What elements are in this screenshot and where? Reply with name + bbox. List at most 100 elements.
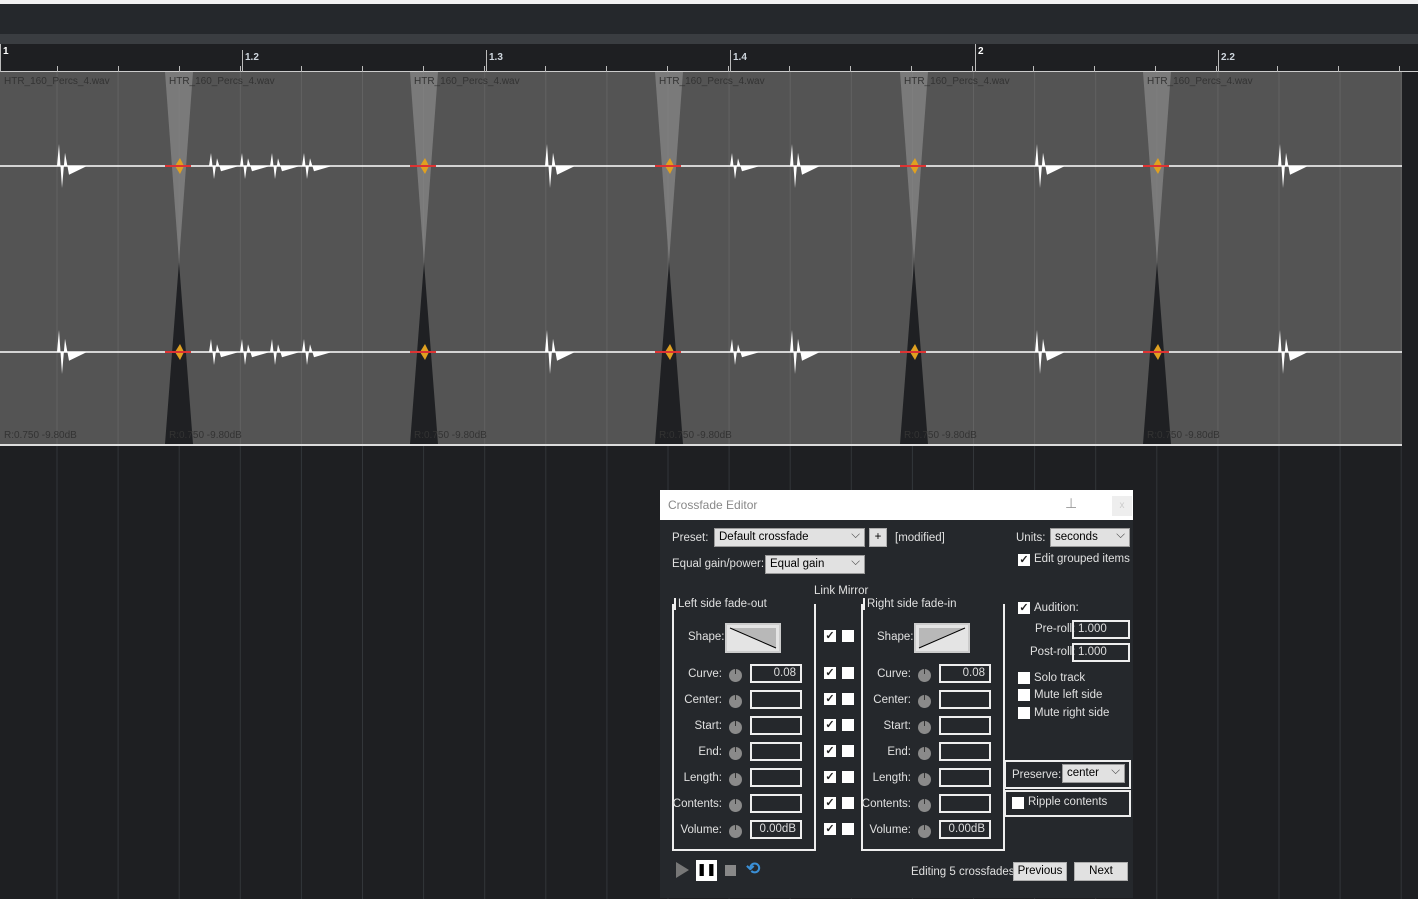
right-center-label: Center:	[873, 694, 911, 706]
play-icon[interactable]	[676, 862, 689, 878]
left-center-input[interactable]	[750, 690, 802, 709]
preset-select[interactable]: Default crossfade	[714, 528, 865, 547]
left-start-input[interactable]	[750, 716, 802, 735]
right-fade-title: Right side fade-in	[863, 598, 959, 610]
right-center-input[interactable]	[939, 690, 991, 709]
loop-icon[interactable]: ⟲	[746, 859, 760, 879]
stop-icon[interactable]	[725, 865, 736, 876]
mirror-length-checkbox[interactable]	[842, 771, 854, 783]
ruler-label: 1	[3, 46, 9, 57]
postroll-input[interactable]: 1.000	[1072, 643, 1130, 662]
right-curve-input[interactable]: 0.08	[939, 664, 991, 683]
preserve-label: Preserve:	[1012, 769, 1062, 781]
mirror-center-checkbox[interactable]	[842, 693, 854, 705]
edit-grouped-checkbox[interactable]: ✓	[1018, 554, 1030, 566]
right-contents-knob[interactable]	[918, 799, 931, 812]
right-contents-label: Contents:	[861, 798, 911, 810]
close-button[interactable]: x	[1112, 496, 1132, 516]
left-curve-label: Curve:	[688, 668, 722, 680]
right-length-knob[interactable]	[918, 773, 931, 786]
media-item[interactable]: HTR_160_Percs_4.wav R:0.750 -9.80dB	[165, 72, 437, 446]
right-volume-knob[interactable]	[918, 825, 931, 838]
item-volume: R:0.750 -9.80dB	[4, 430, 77, 441]
mirror-end-checkbox[interactable]	[842, 745, 854, 757]
right-start-knob[interactable]	[918, 721, 931, 734]
postroll-label: Post-roll:	[1030, 646, 1076, 658]
solo-track-checkbox[interactable]	[1018, 672, 1030, 684]
link-curve-checkbox[interactable]: ✓	[824, 667, 836, 679]
waveform	[655, 72, 927, 444]
link-contents-checkbox[interactable]: ✓	[824, 797, 836, 809]
right-contents-input[interactable]	[939, 794, 991, 813]
left-end-knob[interactable]	[729, 747, 742, 760]
link-checkbox[interactable]: ✓	[824, 630, 836, 642]
left-center-knob[interactable]	[729, 695, 742, 708]
left-curve-knob[interactable]	[729, 669, 742, 682]
units-label: Units:	[1016, 532, 1046, 544]
left-volume-input[interactable]: 0.00dB	[750, 820, 802, 839]
media-item[interactable]: HTR_160_Percs_4.wav R:0.750 -9.80dB	[1143, 72, 1402, 446]
left-start-knob[interactable]	[729, 721, 742, 734]
fade-out-shape-icon	[729, 627, 777, 649]
left-end-label: End:	[698, 746, 722, 758]
units-select[interactable]: seconds	[1050, 528, 1130, 547]
right-start-input[interactable]	[939, 716, 991, 735]
media-item[interactable]: HTR_160_Percs_4.wav R:0.750 -9.80dB	[655, 72, 927, 446]
add-preset-button[interactable]: +	[869, 528, 887, 547]
mirror-start-checkbox[interactable]	[842, 719, 854, 731]
link-mirror-label: Link Mirror	[814, 585, 869, 597]
right-shape-label: Shape:	[877, 631, 914, 643]
equal-gain-select[interactable]: Equal gain	[765, 555, 865, 574]
left-length-input[interactable]	[750, 768, 802, 787]
audition-checkbox[interactable]: ✓	[1018, 602, 1030, 614]
item-name: HTR_160_Percs_4.wav	[414, 76, 520, 87]
link-length-checkbox[interactable]: ✓	[824, 771, 836, 783]
mirror-curve-checkbox[interactable]	[842, 667, 854, 679]
audition-label: Audition:	[1034, 602, 1079, 614]
mute-left-checkbox[interactable]	[1018, 689, 1030, 701]
right-end-knob[interactable]	[918, 747, 931, 760]
left-curve-input[interactable]: 0.08	[750, 664, 802, 683]
mirror-volume-checkbox[interactable]	[842, 823, 854, 835]
left-end-input[interactable]	[750, 742, 802, 761]
toolbar	[0, 4, 1418, 34]
right-end-input[interactable]	[939, 742, 991, 761]
next-button[interactable]: Next	[1074, 862, 1128, 881]
item-volume: R:0.750 -9.80dB	[904, 430, 977, 441]
ruler-label: 1.4	[733, 52, 747, 63]
ruler-major-tick	[0, 44, 1, 72]
media-item[interactable]: HTR_160_Percs_4.wav R:0.750 -9.80dB	[900, 72, 1170, 446]
link-start-checkbox[interactable]: ✓	[824, 719, 836, 731]
dialog-title-bar[interactable]: Crossfade Editor ⊥ x	[660, 490, 1133, 520]
media-item[interactable]: HTR_160_Percs_4.wav R:0.750 -9.80dB	[410, 72, 682, 446]
right-center-knob[interactable]	[918, 695, 931, 708]
left-volume-label: Volume:	[680, 824, 722, 836]
link-center-checkbox[interactable]: ✓	[824, 693, 836, 705]
pause-icon[interactable]: ❚❚	[696, 860, 717, 881]
right-length-input[interactable]	[939, 768, 991, 787]
left-volume-knob[interactable]	[729, 825, 742, 838]
preserve-select[interactable]: center	[1062, 764, 1125, 783]
left-contents-knob[interactable]	[729, 799, 742, 812]
link-volume-checkbox[interactable]: ✓	[824, 823, 836, 835]
ruler-major-tick	[1218, 50, 1219, 72]
link-end-checkbox[interactable]: ✓	[824, 745, 836, 757]
left-contents-input[interactable]	[750, 794, 802, 813]
ruler-major-tick	[730, 50, 731, 72]
previous-button[interactable]: Previous	[1013, 862, 1067, 881]
right-volume-input[interactable]: 0.00dB	[939, 820, 991, 839]
mirror-checkbox[interactable]	[842, 630, 854, 642]
pin-icon[interactable]: ⊥	[1065, 495, 1077, 512]
mute-right-checkbox[interactable]	[1018, 707, 1030, 719]
mirror-contents-checkbox[interactable]	[842, 797, 854, 809]
left-shape-button[interactable]	[725, 623, 781, 653]
right-shape-button[interactable]	[914, 623, 970, 653]
item-volume: R:0.750 -9.80dB	[414, 430, 487, 441]
ripple-contents-checkbox[interactable]	[1012, 797, 1024, 809]
left-fade-title: Left side fade-out	[674, 598, 769, 610]
left-length-knob[interactable]	[729, 773, 742, 786]
preroll-input[interactable]: 1.000	[1072, 620, 1130, 639]
right-curve-knob[interactable]	[918, 669, 931, 682]
timeline-ruler[interactable]: 1 1.2 1.3 1.4 2 2.2	[0, 44, 1418, 72]
item-name: HTR_160_Percs_4.wav	[1147, 76, 1253, 87]
